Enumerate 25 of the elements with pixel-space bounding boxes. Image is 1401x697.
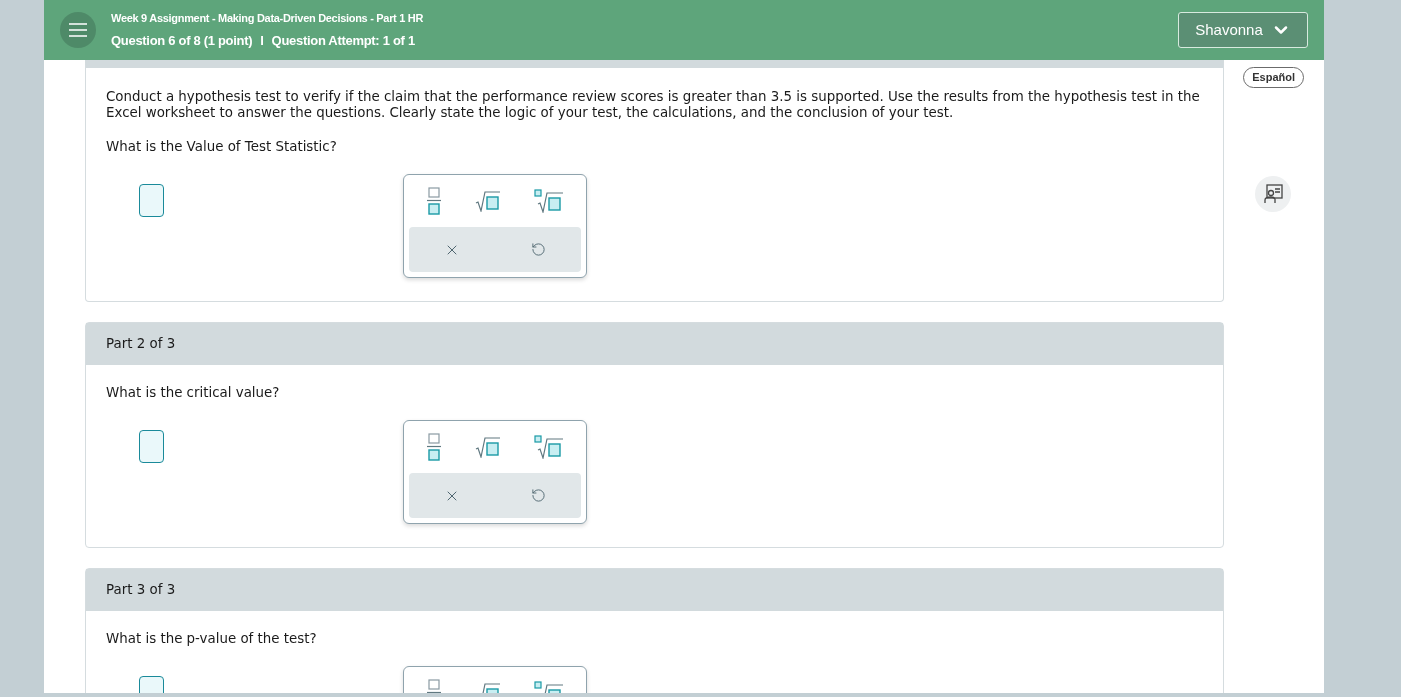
question-number: Question 6 of 8 (1 point) [111, 31, 253, 50]
square-root-icon [475, 190, 501, 212]
part-heading: Part 2 of 3 [106, 334, 176, 353]
assignment-title: Week 9 Assignment - Making Data-Driven Decisions - Part 1 HR [111, 11, 424, 26]
question-prompt: What is the Value of Test Statistic? [106, 139, 338, 155]
user-menu-button[interactable]: Shavonna [1178, 12, 1308, 48]
presenter-button[interactable] [1255, 176, 1291, 212]
separator: I [260, 31, 264, 50]
nth-root-icon [534, 189, 565, 213]
menu-button[interactable] [60, 12, 96, 48]
question-prompt: What is the p-value of the test? [106, 631, 318, 647]
fraction-icon [425, 433, 442, 461]
part-heading: Part 3 of 3 [106, 580, 176, 599]
undo-icon [530, 488, 546, 503]
question-attempt: Question Attempt: 1 of 1 [271, 31, 415, 50]
question-prompt: What is the critical value? [106, 385, 281, 401]
presenter-icon [1263, 184, 1283, 204]
nth-root-icon [534, 435, 565, 459]
menu-icon [68, 22, 88, 38]
undo-icon [530, 242, 546, 257]
square-root-icon [475, 436, 501, 458]
question-instructions: Conduct a hypothesis test to verify if the claim that the performance review scores is greater than 3.5 is supported. Use the results from the hypothesis test in the Excel worksheet to answer the questions. Clearly state the logic of your test, the calculations, and the conclusion of your test. [106, 89, 1201, 121]
answer-box[interactable] [139, 184, 164, 217]
answer-box[interactable] [139, 430, 164, 463]
fraction-icon [425, 187, 442, 215]
